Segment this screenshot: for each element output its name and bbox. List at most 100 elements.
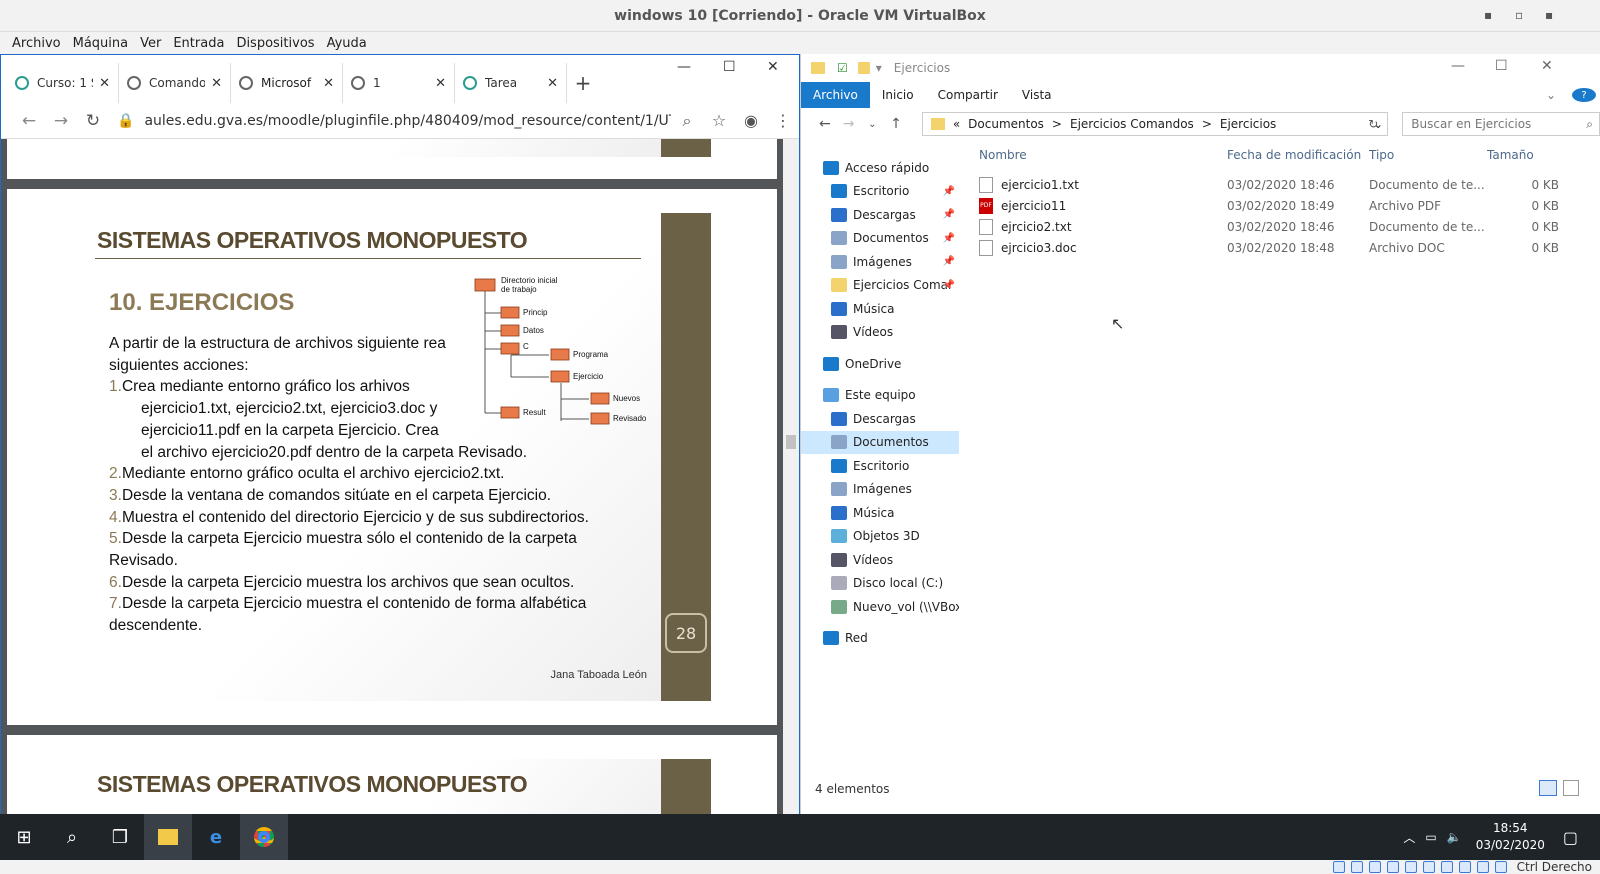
- recent-locations-icon[interactable]: ⌄: [860, 119, 884, 130]
- start-button[interactable]: ⊞: [0, 814, 48, 860]
- breadcrumb-overflow[interactable]: «: [953, 117, 960, 131]
- menu-dispositivos[interactable]: Dispositivos: [234, 36, 316, 51]
- file-explorer-taskbar-icon[interactable]: [144, 814, 192, 860]
- pin-icon[interactable]: 📌: [943, 209, 955, 220]
- forward-icon[interactable]: →: [837, 116, 861, 132]
- pdf-scrollbar[interactable]: [783, 139, 799, 815]
- up-icon[interactable]: ↑: [884, 116, 908, 132]
- shared-folders-icon[interactable]: [1422, 861, 1435, 873]
- refresh-icon[interactable]: ↻: [1368, 117, 1378, 131]
- pin-icon[interactable]: 📌: [943, 280, 955, 291]
- close-button[interactable]: ▪: [1545, 8, 1553, 22]
- nav-item-descargas[interactable]: Descargas 📌: [801, 203, 959, 227]
- nav-item-escritorio[interactable]: Escritorio: [801, 454, 959, 478]
- new-tab-button[interactable]: +: [567, 63, 599, 103]
- expand-ribbon-icon[interactable]: ⌄: [1534, 82, 1568, 108]
- close-icon[interactable]: ✕: [1541, 58, 1553, 74]
- column-fecha[interactable]: Fecha de modificación: [1227, 148, 1369, 162]
- nav-item-disco-local-c[interactable]: Disco local (C:): [801, 572, 959, 596]
- profile-icon[interactable]: ◉: [735, 111, 767, 130]
- nav-item-v-deos[interactable]: Vídeos: [801, 321, 959, 345]
- nav-item-onedrive[interactable]: OneDrive: [801, 352, 959, 376]
- nav-item-objetos-3d[interactable]: Objetos 3D: [801, 525, 959, 549]
- nav-item-escritorio[interactable]: Escritorio 📌: [801, 180, 959, 204]
- volume-icon[interactable]: 🔈: [1447, 830, 1462, 844]
- details-view-icon[interactable]: [1539, 780, 1557, 796]
- usb-icon[interactable]: [1404, 861, 1417, 873]
- nav-item-acceso-r-pido[interactable]: Acceso rápido: [801, 156, 959, 180]
- menu-ayuda[interactable]: Ayuda: [325, 36, 369, 51]
- nav-item-ejercicios-comar[interactable]: Ejercicios Comar 📌: [801, 274, 959, 298]
- search-icon[interactable]: ⌕: [48, 814, 96, 860]
- breadcrumb-documentos[interactable]: Documentos: [968, 117, 1044, 131]
- nav-item-red[interactable]: Red: [801, 627, 959, 651]
- tab-tarea[interactable]: Tarea ✕: [455, 63, 567, 103]
- maximize-button[interactable]: ▫: [1515, 8, 1523, 22]
- pin-icon[interactable]: 📌: [943, 186, 955, 197]
- close-icon[interactable]: ✕: [767, 59, 779, 75]
- minimize-icon[interactable]: —: [677, 59, 691, 75]
- search-input[interactable]: Buscar en Ejercicios ⌕: [1402, 112, 1600, 136]
- column-tamano[interactable]: Tamaño: [1487, 148, 1559, 162]
- menu-dots-icon[interactable]: ⋮: [767, 111, 799, 130]
- chevron-down-icon[interactable]: ▾: [876, 61, 882, 75]
- properties-icon[interactable]: ☑: [837, 61, 848, 75]
- clock[interactable]: 18:54 03/02/2020: [1476, 820, 1545, 854]
- ribbon-tab-compartir[interactable]: Compartir: [926, 82, 1010, 108]
- star-icon[interactable]: ☆: [703, 111, 735, 130]
- audio-icon[interactable]: [1368, 861, 1381, 873]
- mouse-integration-icon[interactable]: [1476, 861, 1489, 873]
- chrome-taskbar-icon[interactable]: [240, 814, 288, 860]
- task-view-icon[interactable]: ❐: [96, 814, 144, 860]
- network-icon[interactable]: ▭: [1425, 830, 1436, 844]
- breadcrumb-separator[interactable]: >: [1052, 117, 1062, 131]
- hard-disk-icon[interactable]: [1332, 861, 1345, 873]
- nav-item-im-genes[interactable]: Imágenes: [801, 478, 959, 502]
- pin-icon[interactable]: 📌: [943, 233, 955, 244]
- notification-icon[interactable]: ▢: [1563, 828, 1578, 847]
- nav-item-m-sica[interactable]: Música: [801, 501, 959, 525]
- nav-item-v-deos[interactable]: Vídeos: [801, 548, 959, 572]
- breadcrumb[interactable]: « Documentos > Ejercicios Comandos > Eje…: [921, 112, 1389, 136]
- menu-archivo[interactable]: Archivo: [10, 36, 63, 51]
- close-tab-icon[interactable]: ✕: [211, 76, 222, 91]
- close-tab-icon[interactable]: ✕: [435, 76, 446, 91]
- close-tab-icon[interactable]: ✕: [99, 76, 110, 91]
- file-row[interactable]: PDF ejercicio11 03/02/2020 18:49 Archivo PD…: [971, 195, 1600, 216]
- file-row[interactable]: ejrcicio3.doc 03/02/2020 18:48 Archivo DOC…: [971, 237, 1600, 258]
- nav-item-nuevo-vol-vboxs[interactable]: Nuevo_vol (\\VBoxS: [801, 595, 959, 619]
- new-folder-icon[interactable]: [857, 62, 870, 74]
- nav-item-im-genes[interactable]: Imágenes 📌: [801, 250, 959, 274]
- pdf-viewer[interactable]: SISTEMAS OPERATIVOS MONOPUESTO 10. EJERC…: [1, 139, 783, 815]
- ribbon-tab-archivo[interactable]: Archivo: [801, 82, 870, 108]
- reload-icon[interactable]: ↻: [77, 111, 109, 131]
- help-icon[interactable]: ?: [1568, 82, 1600, 108]
- nav-item-m-sica[interactable]: Música: [801, 297, 959, 321]
- file-row[interactable]: ejercicio1.txt 03/02/2020 18:46 Documento …: [971, 174, 1600, 195]
- breadcrumb-ejercicios-comandos[interactable]: Ejercicios Comandos: [1070, 117, 1194, 131]
- zoom-icon[interactable]: ⌕: [671, 111, 703, 131]
- tab-microsoft[interactable]: Microsof ✕: [231, 63, 343, 103]
- tab-1[interactable]: 1 ✕: [343, 63, 455, 103]
- recording-icon[interactable]: [1458, 861, 1471, 873]
- scroll-thumb[interactable]: [786, 435, 796, 449]
- url-input[interactable]: 🔒 aules.edu.gva.es/moodle/pluginfile.php…: [109, 107, 671, 135]
- forward-icon[interactable]: →: [45, 111, 77, 131]
- network-adapter-icon[interactable]: [1386, 861, 1399, 873]
- nav-item-documentos[interactable]: Documentos 📌: [801, 227, 959, 251]
- menu-maquina[interactable]: Máquina: [71, 36, 131, 51]
- nav-item-documentos[interactable]: Documentos: [801, 430, 959, 454]
- column-tipo[interactable]: Tipo: [1369, 148, 1487, 162]
- close-tab-icon[interactable]: ✕: [323, 76, 334, 91]
- maximize-icon[interactable]: ☐: [1495, 58, 1508, 74]
- tab-comando[interactable]: Comando ✕: [119, 63, 231, 103]
- menu-entrada[interactable]: Entrada: [171, 36, 226, 51]
- breadcrumb-separator[interactable]: >: [1202, 117, 1212, 131]
- large-icons-view-icon[interactable]: [1563, 780, 1579, 796]
- tab-curso[interactable]: Curso: 1 S ✕: [7, 63, 119, 103]
- chevron-up-icon[interactable]: ︿: [1403, 829, 1415, 846]
- minimize-icon[interactable]: —: [1451, 58, 1465, 74]
- back-icon[interactable]: ←: [13, 111, 45, 131]
- menu-ver[interactable]: Ver: [138, 36, 163, 51]
- breadcrumb-ejercicios[interactable]: Ejercicios: [1220, 117, 1276, 131]
